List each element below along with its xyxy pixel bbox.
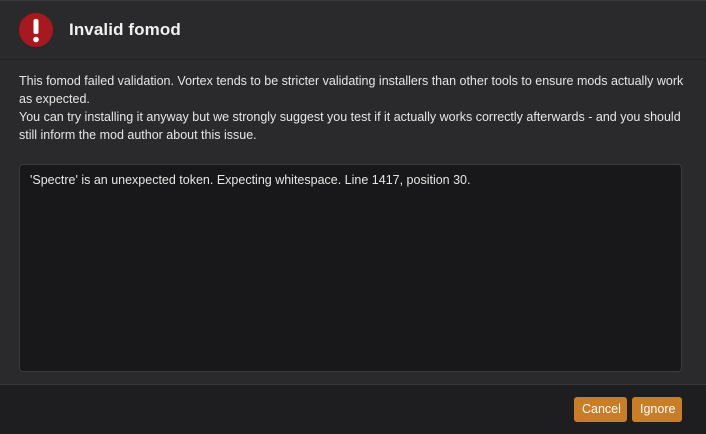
- cancel-button[interactable]: Cancel: [574, 397, 627, 422]
- dialog-header: Invalid fomod: [0, 1, 706, 60]
- exclamation-icon: [19, 13, 53, 47]
- error-details-box[interactable]: 'Spectre' is an unexpected token. Expect…: [19, 164, 682, 372]
- dialog-footer: Cancel Ignore: [0, 384, 706, 434]
- dialog-title: Invalid fomod: [69, 20, 181, 39]
- ignore-button[interactable]: Ignore: [632, 397, 682, 422]
- message-line-2: You can try installing it anyway but we …: [19, 110, 681, 142]
- dialog-body: This fomod failed validation. Vortex ten…: [0, 60, 706, 384]
- invalid-fomod-dialog: Invalid fomod This fomod failed validati…: [0, 0, 706, 434]
- message-line-1: This fomod failed validation. Vortex ten…: [19, 74, 684, 106]
- validation-message: This fomod failed validation. Vortex ten…: [19, 72, 687, 144]
- error-details-text: 'Spectre' is an unexpected token. Expect…: [30, 173, 471, 187]
